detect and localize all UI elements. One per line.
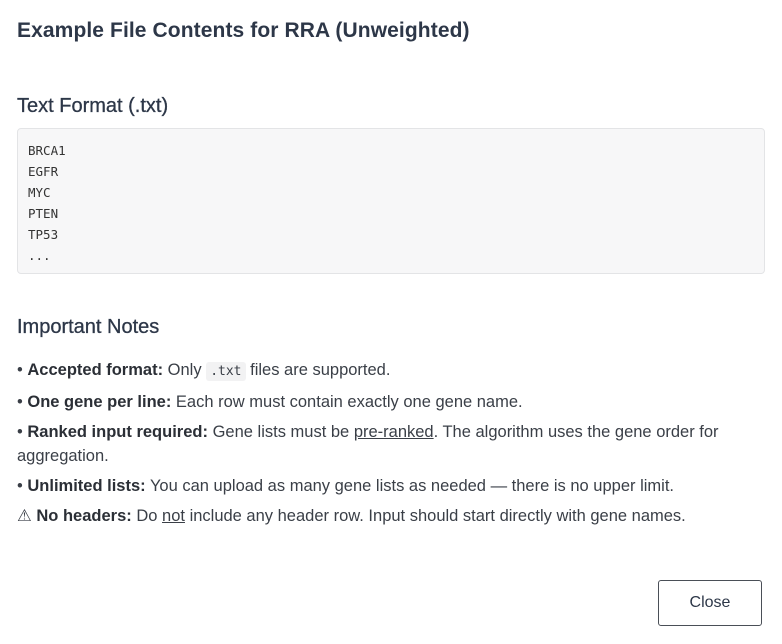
note-accepted-format: • Accepted format: Only .txt files are s… [17,358,757,384]
important-notes-heading: Important Notes [17,316,160,338]
bullet: • [17,423,23,441]
note-label: Accepted format: [27,361,164,379]
note-text: files are supported. [250,361,391,379]
note-one-gene-per-line: • One gene per line: Each row must conta… [17,390,757,414]
note-text: Do [136,507,158,525]
note-text: Each row must contain exactly one gene n… [175,393,523,411]
note-label: No headers: [36,507,132,525]
close-button[interactable]: Close [658,580,762,626]
note-text: Gene lists must be [212,423,350,441]
note-text: You can upload as many gene lists as nee… [149,477,674,495]
code-line: TP53 [28,227,59,242]
text-format-heading: Text Format (.txt) [17,95,169,117]
code-line: PTEN [28,206,59,221]
code-line: MYC [28,185,51,200]
warning-icon: ⚠ [17,507,32,525]
underlined-text: not [162,507,185,525]
bullet: • [17,361,23,379]
note-no-headers: ⚠ No headers: Do not include any header … [17,504,757,528]
note-ranked-input: • Ranked input required: Gene lists must… [17,420,757,468]
code-line: EGFR [28,164,59,179]
example-file-modal: Example File Contents for RRA (Unweighte… [0,0,782,644]
notes-list: • Accepted format: Only .txt files are s… [17,358,757,534]
note-label: One gene per line: [27,393,172,411]
example-file-code-block: BRCA1 EGFR MYC PTEN TP53 ... [17,128,765,274]
note-label: Unlimited lists: [27,477,146,495]
note-unlimited-lists: • Unlimited lists: You can upload as man… [17,474,757,498]
inline-code: .txt [206,362,246,381]
note-text: Only [167,361,202,379]
code-line: ... [28,248,51,263]
bullet: • [17,477,23,495]
note-label: Ranked input required: [27,423,208,441]
code-line: BRCA1 [28,143,66,158]
underlined-text: pre-ranked [353,423,434,441]
note-text: include any header row. Input should sta… [189,507,686,525]
bullet: • [17,393,23,411]
modal-title: Example File Contents for RRA (Unweighte… [17,19,470,42]
